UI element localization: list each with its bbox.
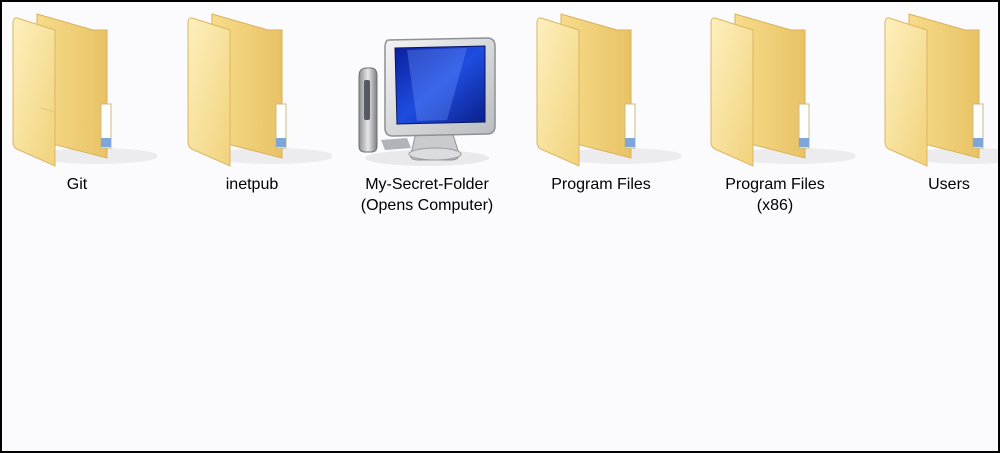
file-item-program-files[interactable]: Program Files [516,8,686,195]
file-item-label: Users [928,176,970,193]
file-item-label: Program Files (x86) [725,176,825,214]
file-item-program-files-x86[interactable]: Program Files (x86) [690,8,860,216]
file-item-label: Program Files [551,176,651,193]
file-item-label: Git [66,176,88,193]
file-item-git[interactable]: Git [0,8,162,195]
folder-icon [884,13,1000,167]
explorer-file-view: Git inetpub My-Secret-Folder (Opens Comp… [0,0,1000,453]
file-item-label: inetpub [225,176,279,193]
file-item-label: My-Secret-Folder (Opens Computer) [360,176,494,214]
folder-icon [12,13,157,167]
file-item-my-secret-folder[interactable]: My-Secret-Folder (Opens Computer) [342,8,512,216]
folder-icon [710,13,855,167]
computer-icon [358,37,496,166]
folder-icon [187,13,332,167]
file-item-inetpub[interactable]: inetpub [167,8,337,195]
folder-icon [536,13,681,167]
file-item-users[interactable]: Users [864,8,1000,195]
